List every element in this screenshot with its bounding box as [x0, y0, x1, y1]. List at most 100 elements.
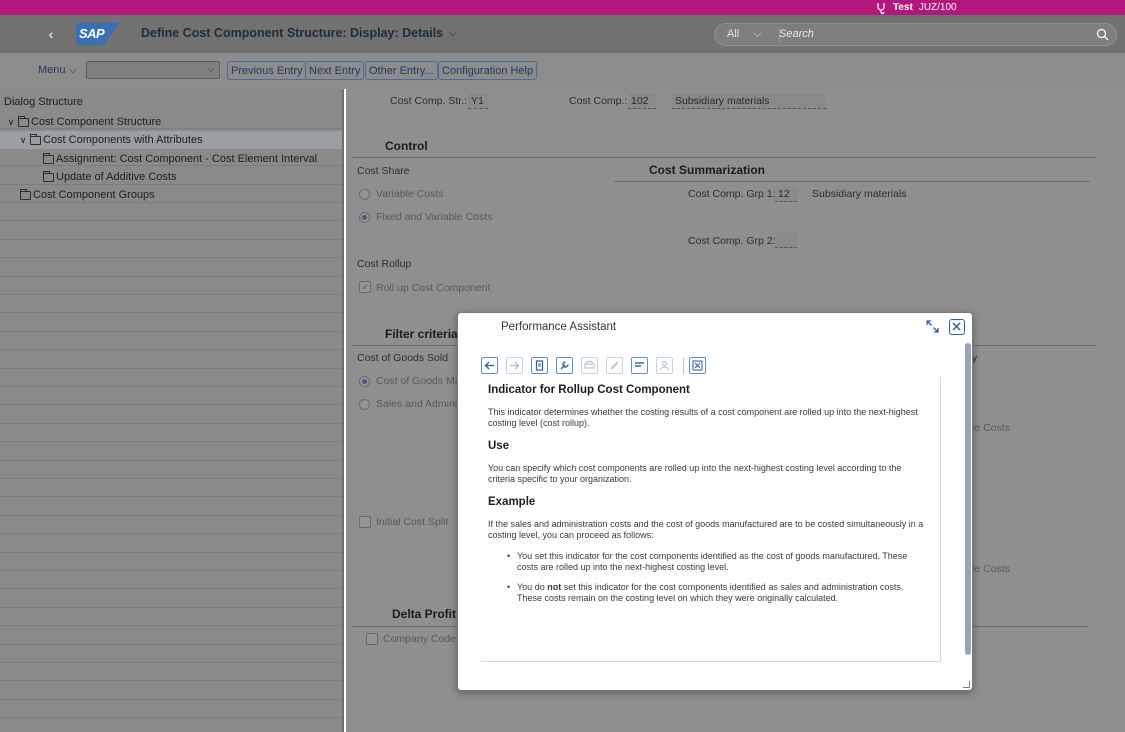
grp1-field[interactable]: 12 [775, 186, 797, 202]
grp2-field[interactable] [775, 232, 797, 248]
toolbar: Menu ⌵ ⌵ Previous Entry Next Entry Other… [0, 53, 1125, 89]
resize-handle[interactable] [963, 681, 970, 688]
sap-logo[interactable]: SAP [76, 23, 120, 45]
back-icon[interactable]: ‹ [44, 25, 58, 43]
tree-grid-row [0, 645, 342, 663]
tree-node-cost-component-structure[interactable]: ∨ Cost Component Structure [6, 113, 161, 131]
back-arrow-button[interactable] [481, 357, 498, 374]
close-button[interactable] [949, 319, 965, 335]
page-title-text: Define Cost Component Structure: Display… [141, 26, 444, 40]
chevron-down-icon[interactable]: ∨ [6, 117, 16, 128]
system-bar: Test JUZ/100 [0, 0, 1125, 15]
user-button[interactable] [656, 357, 673, 374]
close-help-button[interactable] [689, 357, 706, 374]
tree-node-assignment[interactable]: Assignment: Cost Component - Cost Elemen… [43, 150, 317, 168]
chevron-down-icon: ⌵ [449, 27, 457, 39]
copy-button[interactable] [531, 357, 548, 374]
tree-grid-row [0, 332, 342, 351]
company-code-checkbox[interactable] [366, 633, 378, 645]
tree-grid-row [0, 258, 342, 277]
search-input[interactable]: Search [779, 28, 814, 40]
folder-icon [20, 188, 31, 200]
tree-grid-row [0, 663, 342, 682]
client-id: JUZ/100 [918, 2, 957, 13]
variable-costs-label: Variable Costs [376, 188, 444, 200]
tree-node-update-additive-costs[interactable]: Update of Additive Costs [43, 168, 176, 186]
roll-up-checkbox[interactable]: ✓ [359, 281, 371, 293]
page-title[interactable]: Define Cost Component Structure: Display… [141, 26, 457, 40]
text-settings-icon [635, 362, 644, 367]
expand-icon[interactable] [926, 320, 939, 333]
grp1-description: Subsidiary materials [812, 188, 907, 200]
dialog-structure-header: Dialog Structure [4, 96, 83, 108]
dialog-scrollbar[interactable] [965, 343, 971, 655]
cogs-radio[interactable] [359, 376, 370, 387]
technical-info-button[interactable] [556, 357, 573, 374]
fixed-variable-costs-radio[interactable] [359, 212, 370, 223]
chevron-down-icon: ⌵ [207, 64, 215, 75]
clipped-label: le Costs [972, 563, 1010, 575]
use-heading: Use [488, 440, 510, 452]
configuration-help-button[interactable]: Configuration Help [438, 61, 538, 80]
variable-costs-radio[interactable] [359, 189, 370, 200]
tree-grid-row [0, 516, 342, 535]
document-icon [535, 360, 544, 371]
initial-cost-split-checkbox[interactable] [359, 516, 371, 528]
user-name: Test [893, 2, 913, 13]
bullet-item-2: You do not set this indicator for the co… [517, 582, 904, 603]
edit-button[interactable] [606, 357, 623, 374]
search-icon[interactable] [1096, 28, 1109, 41]
chevron-down-icon: ⌵ [68, 64, 77, 76]
tree-grid-row [0, 295, 342, 314]
forward-arrow-button[interactable] [506, 357, 523, 374]
tree-grid-row [0, 313, 342, 332]
help-intro: This indicator determines whether the co… [488, 407, 918, 428]
dialog-title: Performance Assistant [501, 321, 617, 333]
cost-comp-field[interactable]: 102 [628, 93, 656, 109]
wrench-icon [560, 361, 569, 370]
bullet-item-1: You set this indicator for the cost comp… [517, 551, 908, 572]
toolbar-dropdown[interactable]: ⌵ [86, 61, 220, 79]
arrow-left-icon [484, 361, 494, 370]
sales-admin-radio[interactable] [359, 399, 370, 410]
print-button[interactable] [581, 357, 598, 374]
cost-comp-description: Subsidiary materials [672, 93, 826, 109]
tree-grid-row [0, 589, 342, 608]
previous-entry-button[interactable]: Previous Entry [227, 61, 307, 80]
tree-grid-row [0, 221, 342, 240]
tree-grid-row [0, 700, 342, 719]
cost-comp-label: Cost Comp.: [569, 95, 628, 107]
tree-grid-row [0, 681, 342, 700]
cogs-radio-label: Cost of Goods Ma [376, 375, 461, 387]
company-code-label: Company Code [383, 633, 456, 645]
menu-button[interactable]: Menu ⌵ [38, 64, 77, 77]
tree-grid-row [0, 240, 342, 259]
example-heading: Example [488, 496, 536, 508]
tree-grid-row [0, 497, 342, 516]
control-section-title: Control [385, 139, 428, 153]
user-area[interactable]: Test JUZ/100 [875, 0, 957, 15]
search-scope[interactable]: All ⌵ [727, 28, 762, 41]
cost-comp-str-field[interactable]: Y1 [468, 93, 488, 109]
help-heading: Indicator for Rollup Cost Component [488, 384, 690, 396]
tree-grid-row [0, 442, 342, 461]
chevron-down-icon[interactable]: ∨ [18, 135, 28, 146]
section-divider [352, 157, 1097, 158]
tree-grid-row [0, 553, 342, 571]
tree-grid-row [0, 461, 342, 479]
filter-criteria-title: Filter criteria [385, 327, 458, 341]
tree-node-cost-component-groups[interactable]: Cost Component Groups [20, 186, 155, 204]
tree-grid-row [0, 277, 342, 295]
other-entry-button[interactable]: Other Entry... [365, 61, 438, 80]
next-entry-button[interactable]: Next Entry [305, 61, 365, 80]
person-icon [660, 361, 669, 371]
tree-node-cost-components-with-attributes[interactable]: ∨ Cost Components with Attributes [0, 131, 342, 149]
use-text: You can specify which cost components ar… [488, 463, 902, 484]
tree-grid-row [0, 626, 342, 645]
toolbar-separator [683, 358, 684, 374]
close-icon [952, 322, 961, 331]
settings-button[interactable] [631, 357, 648, 374]
folder-icon [18, 115, 29, 127]
clipped-label: le Costs [972, 422, 1010, 434]
search-bar[interactable]: All ⌵ Search [714, 23, 1117, 46]
